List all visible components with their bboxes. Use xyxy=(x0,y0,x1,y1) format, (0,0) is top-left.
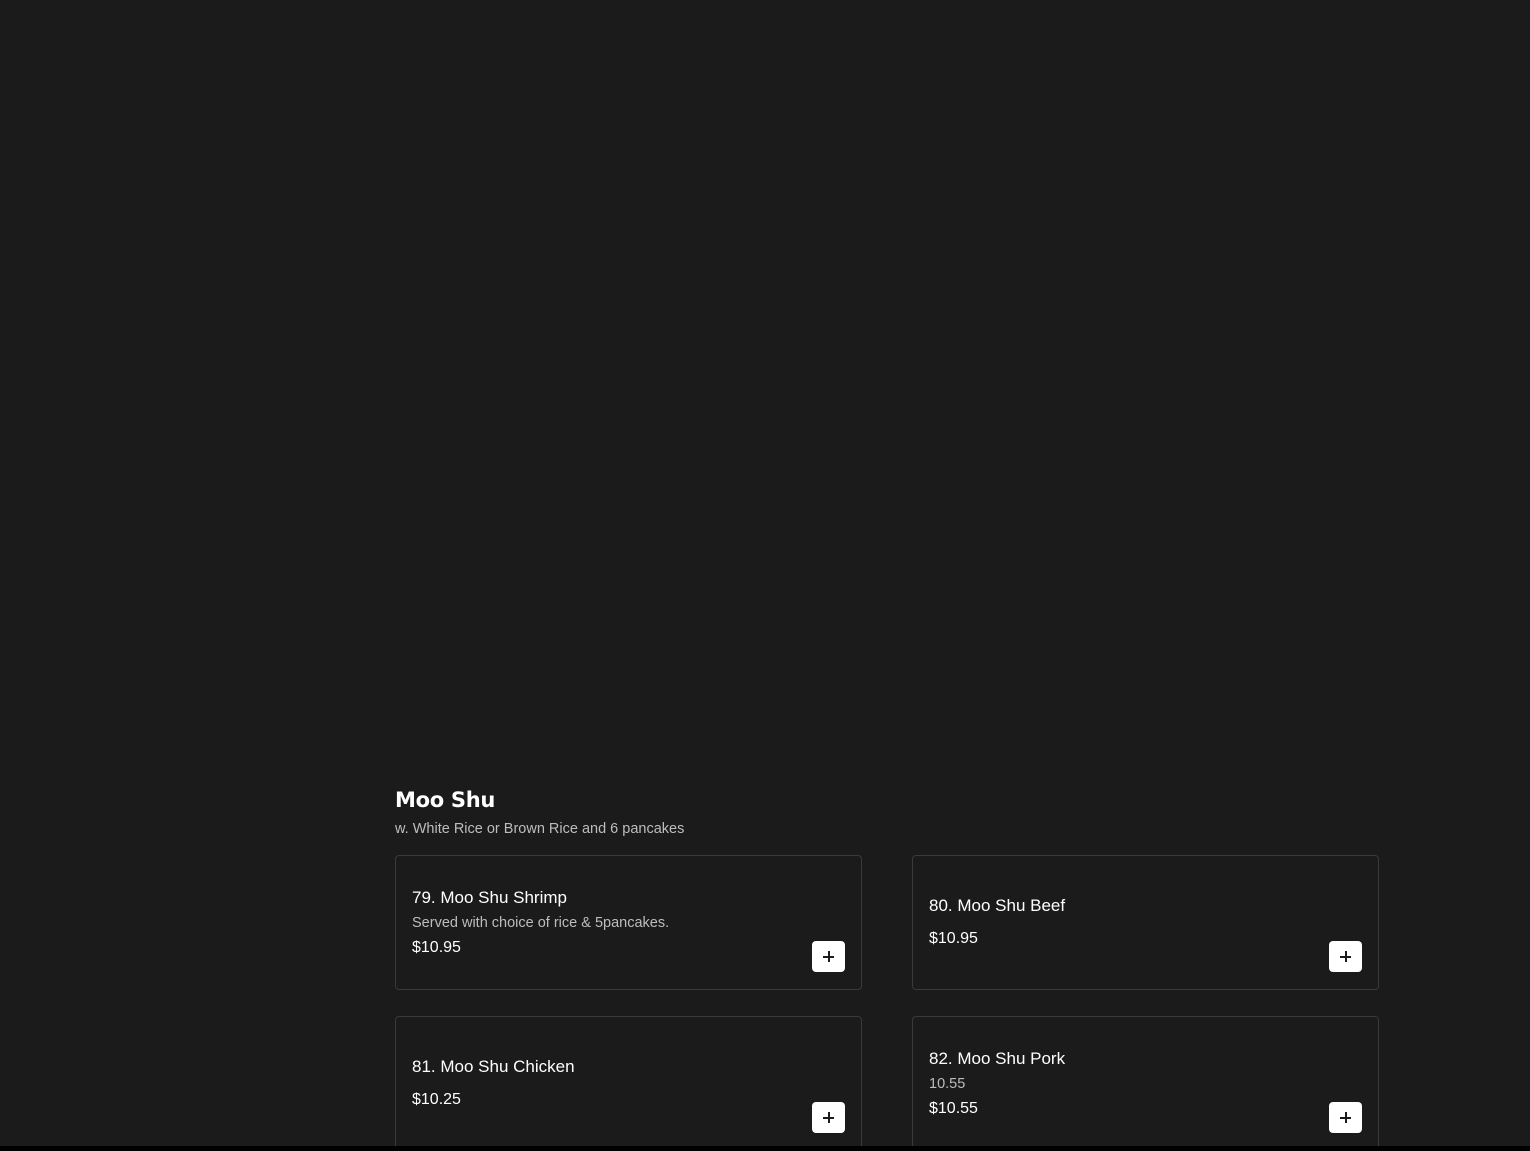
menu-item-description: Served with choice of rice & 5pancakes. xyxy=(412,914,670,931)
menu-item-details: 79. Moo Shu Shrimp Served with choice of… xyxy=(412,856,791,989)
menu-item-details: 81. Moo Shu Chicken $10.25 xyxy=(412,1017,791,1150)
menu-item-card[interactable]: 81. Moo Shu Chicken $10.25 xyxy=(395,1016,862,1151)
plus-icon xyxy=(1340,951,1351,962)
menu-item-details: 82. Moo Shu Pork 10.55 $10.55 xyxy=(929,1017,1308,1150)
add-item-button[interactable] xyxy=(1329,941,1362,972)
section-title: Moo Shu xyxy=(395,788,495,812)
menu-item-card[interactable]: 82. Moo Shu Pork 10.55 $10.55 xyxy=(912,1016,1379,1151)
plus-icon xyxy=(823,1112,834,1123)
menu-item-card[interactable]: 80. Moo Shu Beef $10.95 xyxy=(912,855,1379,990)
menu-item-price: $10.95 xyxy=(412,938,461,956)
bottom-bar xyxy=(0,1146,1530,1151)
menu-item-price: $10.55 xyxy=(929,1099,978,1117)
add-item-button[interactable] xyxy=(1329,1102,1362,1133)
add-item-button[interactable] xyxy=(812,941,845,972)
menu-section-moo-shu: Moo Shu w. White Rice or Brown Rice and … xyxy=(395,786,1381,1151)
menu-item-name: 82. Moo Shu Pork xyxy=(929,1048,1066,1068)
menu-item-description: 10.55 xyxy=(929,1075,966,1092)
menu-item-name: 81. Moo Shu Chicken xyxy=(412,1057,575,1076)
add-item-button[interactable] xyxy=(812,1102,845,1133)
plus-icon xyxy=(1340,1112,1351,1123)
menu-item-name: 80. Moo Shu Beef xyxy=(929,896,1066,915)
menu-item-name: 79. Moo Shu Shrimp xyxy=(412,887,567,907)
menu-item-price: $10.25 xyxy=(412,1091,461,1108)
section-subtitle: w. White Rice or Brown Rice and 6 pancak… xyxy=(395,821,685,837)
menu-item-card[interactable]: 79. Moo Shu Shrimp Served with choice of… xyxy=(395,855,862,990)
menu-item-price: $10.95 xyxy=(929,930,978,947)
plus-icon xyxy=(823,951,834,962)
menu-item-details: 80. Moo Shu Beef $10.95 xyxy=(929,856,1308,989)
